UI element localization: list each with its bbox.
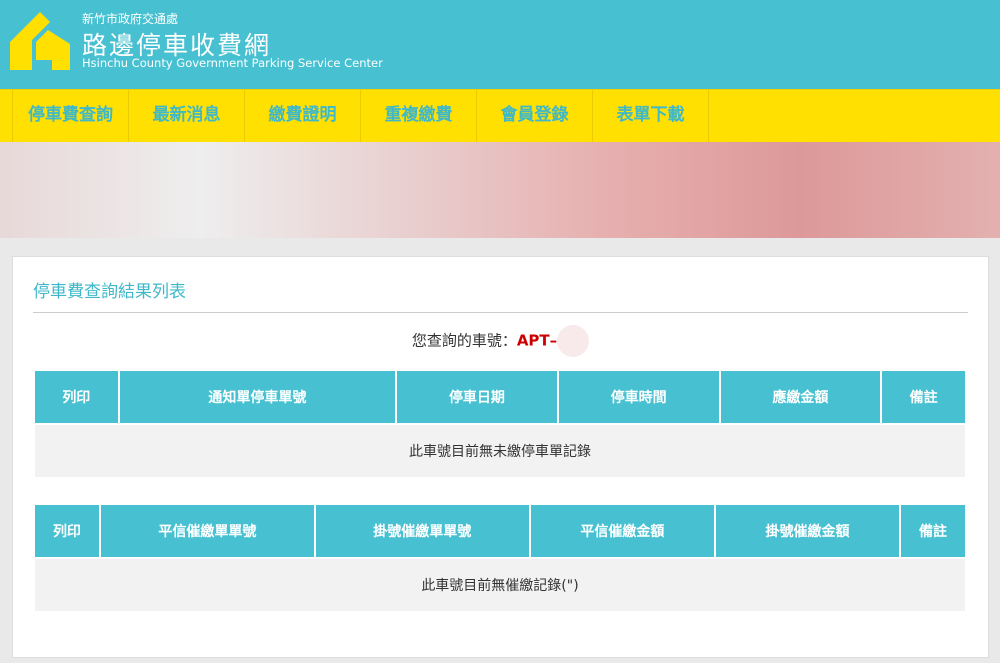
results-panel: 停車費查詢結果列表 您查詢的車號：APT– 列印 通知單停車單號 停車日期 停車時間應…	[12, 256, 989, 658]
empty-message: 此車號目前無催繳記錄(")	[35, 559, 965, 611]
col-header: 平信催繳單單號	[100, 505, 314, 557]
col-header: 停車時間	[558, 371, 719, 423]
query-plate: 您查詢的車號：APT–	[13, 325, 988, 357]
reminder-table: 列印 平信催繳單單號 掛號催繳單單號 平信催繳金額 掛號催繳金額 備註 此車號目前無催繳記…	[33, 503, 967, 613]
query-label: 您查詢的車號：	[411, 331, 517, 350]
main-nav: 停車費查詢 最新消息 繳費證明 重複繳費 會員登錄 表單下載	[0, 89, 1000, 142]
nav-payment-proof[interactable]: 繳費證明	[244, 90, 360, 142]
redacted-mark	[557, 325, 590, 357]
col-header: 列印	[35, 505, 99, 557]
col-header: 停車日期	[397, 371, 557, 423]
col-header: 備註	[901, 505, 965, 557]
site-header: 新竹市政府交通處 路邊停車收費網 Hsinchu County Governme…	[0, 0, 1000, 89]
plate-number: APT–	[516, 331, 558, 350]
nav-news[interactable]: 最新消息	[128, 90, 244, 142]
logo-house-icon	[10, 12, 70, 70]
agency-name: 新竹市政府交通處	[82, 12, 179, 26]
col-header: 平信催繳金額	[530, 505, 714, 557]
nav-parking-query[interactable]: 停車費查詢	[12, 90, 128, 142]
nav-member-login[interactable]: 會員登錄	[476, 90, 592, 142]
col-header: 應繳金額	[720, 371, 881, 423]
site-subtitle: Hsinchu County Government Parking Servic…	[82, 56, 383, 70]
col-header: 掛號催繳單單號	[315, 505, 529, 557]
nav-duplicate-payment[interactable]: 重複繳費	[360, 90, 476, 142]
col-header: 掛號催繳金額	[715, 505, 900, 557]
col-header: 備註	[882, 371, 965, 423]
unpaid-table: 列印 通知單停車單號 停車日期 停車時間 應繳金額 備註 此車號目前無未繳停車單記錄	[33, 369, 967, 479]
nav-forms-download[interactable]: 表單下載	[592, 90, 709, 142]
col-header: 通知單停車單號	[119, 371, 396, 423]
col-header: 列印	[35, 371, 118, 423]
panel-title: 停車費查詢結果列表	[33, 277, 968, 313]
banner-image	[0, 142, 1000, 238]
empty-message: 此車號目前無未繳停車單記錄	[35, 425, 965, 477]
